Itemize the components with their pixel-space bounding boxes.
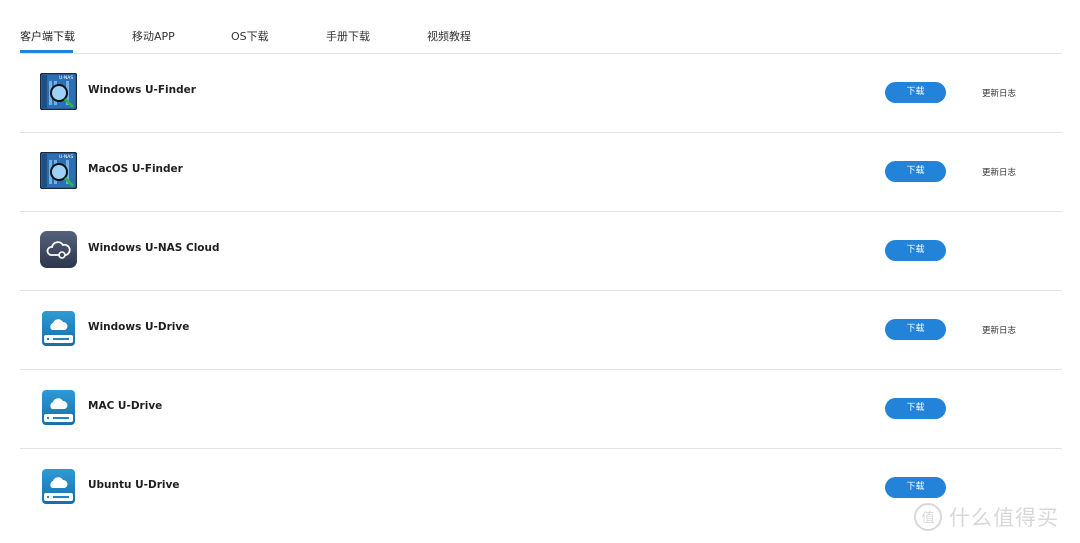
watermark-logo-icon: 值: [914, 503, 942, 531]
u-drive-icon: [40, 310, 77, 347]
download-button[interactable]: 下载: [885, 398, 946, 419]
svg-text:值: 值: [921, 510, 934, 526]
app-title: Ubuntu U-Drive: [88, 479, 180, 491]
download-button[interactable]: 下载: [885, 319, 946, 340]
tab-video-tutorial[interactable]: 视频教程: [427, 28, 471, 44]
list-item: Windows U-NAS Cloud 下载: [20, 211, 1062, 291]
changelog-link[interactable]: 更新日志: [982, 166, 1016, 178]
app-title: MAC U-Drive: [88, 400, 163, 412]
watermark: 值 什么值得买: [913, 500, 1059, 534]
download-button[interactable]: 下载: [885, 477, 946, 498]
list-item: U-NAS Windows U-Finder 下载 更新日志: [20, 53, 1062, 133]
download-button[interactable]: 下载: [885, 82, 946, 103]
svg-text:U-NAS: U-NAS: [59, 154, 73, 160]
download-button[interactable]: 下载: [885, 161, 946, 182]
u-drive-icon: [40, 389, 77, 426]
list-item: Ubuntu U-Drive 下载: [20, 448, 1062, 527]
u-finder-icon: U-NAS: [39, 72, 78, 111]
tab-bar: [20, 0, 1062, 54]
tab-manual-download[interactable]: 手册下载: [326, 28, 370, 44]
app-title: MacOS U-Finder: [88, 163, 183, 175]
watermark-text: 什么值得买: [949, 506, 1059, 530]
tab-client-download[interactable]: 客户端下载: [20, 28, 75, 44]
tab-os-download[interactable]: OS下载: [231, 28, 269, 44]
changelog-link[interactable]: 更新日志: [982, 324, 1016, 336]
svg-text:U-NAS: U-NAS: [59, 75, 73, 81]
changelog-link[interactable]: 更新日志: [982, 87, 1016, 99]
list-item: Windows U-Drive 下载 更新日志: [20, 290, 1062, 370]
u-drive-icon: [40, 468, 77, 505]
app-title: Windows U-NAS Cloud: [88, 242, 220, 254]
u-nas-cloud-icon: [40, 231, 77, 268]
u-finder-icon: U-NAS: [39, 151, 78, 190]
list-item: U-NAS MacOS U-Finder 下载 更新日志: [20, 132, 1062, 212]
list-item: MAC U-Drive 下载: [20, 369, 1062, 449]
app-title: Windows U-Drive: [88, 321, 190, 333]
download-button[interactable]: 下载: [885, 240, 946, 261]
app-title: Windows U-Finder: [88, 84, 196, 96]
tab-mobile-app[interactable]: 移动APP: [132, 28, 175, 44]
